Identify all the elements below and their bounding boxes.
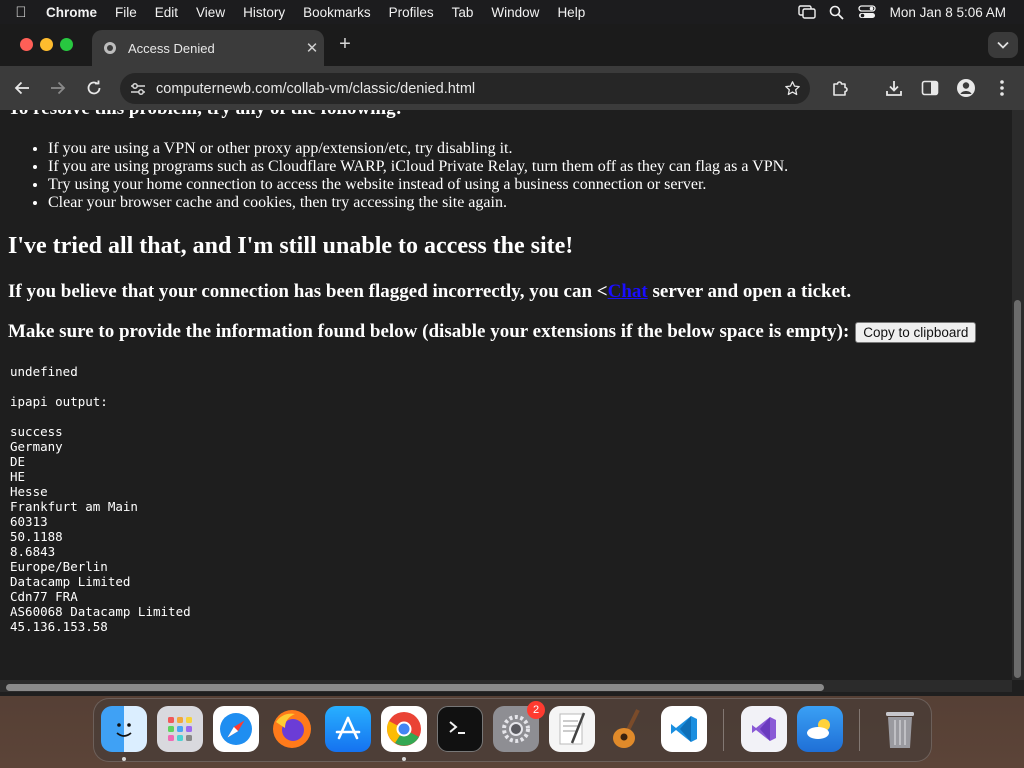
tip-item: Try using your home connection to access… [48,176,788,194]
tab-search-button[interactable] [988,32,1018,58]
still-unable-heading: I've tried all that, and I'm still unabl… [8,233,574,259]
spotlight-search-icon[interactable] [822,5,852,20]
info-heading: Make sure to provide the information fou… [8,321,977,343]
url-text[interactable]: computernewb.com/collab-vm/classic/denie… [156,81,774,97]
zoom-window-button[interactable] [60,38,73,51]
browser-toolbar: computernewb.com/collab-vm/classic/denie… [0,66,1024,110]
dock: 2 [93,698,932,762]
flagged-heading: If you believe that your connection has … [8,281,851,303]
control-center-icon[interactable] [852,5,882,19]
menu-edit[interactable]: Edit [146,5,187,20]
arrow-right-icon [51,81,66,95]
menu-window[interactable]: Window [482,5,548,20]
safari-icon[interactable] [213,706,259,752]
finder-icon[interactable] [101,706,147,752]
vertical-scrollbar-thumb[interactable] [1014,300,1021,678]
garageband-icon[interactable] [605,706,651,752]
close-window-button[interactable] [20,38,33,51]
chrome-icon[interactable] [381,706,427,752]
extensions-icon[interactable] [829,77,851,99]
menu-bar:  Chrome File Edit View History Bookmark… [0,0,1024,24]
running-indicator [402,757,406,761]
menu-view[interactable]: View [187,5,234,20]
apple-menu-icon[interactable]:  [0,4,42,21]
flagged-suffix: server and open a ticket. [647,281,852,302]
reload-button[interactable] [83,77,105,99]
chevron-down-icon [997,41,1009,49]
bookmark-star-icon[interactable] [774,80,810,97]
info-output[interactable]: undefined ipapi output: success Germany … [10,364,191,634]
notification-badge: 2 [527,701,545,719]
site-info-icon[interactable] [120,82,156,96]
flagged-prefix: If you believe that your connection has … [8,281,608,302]
tab-access-denied[interactable]: Access Denied ✕ [92,30,324,66]
site-favicon-icon [102,40,118,56]
app-store-icon[interactable] [325,706,371,752]
horizontal-scrollbar-thumb[interactable] [6,684,824,691]
arrow-left-icon [14,81,29,95]
profile-avatar-icon[interactable] [955,77,977,99]
menu-chrome[interactable]: Chrome [42,5,106,20]
tip-item: If you are using a VPN or other proxy ap… [48,140,788,158]
menu-profiles[interactable]: Profiles [380,5,443,20]
visual-studio-icon[interactable] [741,706,787,752]
tips-list: If you are using a VPN or other proxy ap… [48,140,788,212]
tip-item: Clear your browser cache and cookies, th… [48,194,788,212]
tab-title: Access Denied [128,40,215,56]
back-button[interactable] [11,77,33,99]
menu-bookmarks[interactable]: Bookmarks [294,5,380,20]
menu-history[interactable]: History [234,5,294,20]
side-panel-icon[interactable] [919,77,941,99]
chrome-menu-icon[interactable] [991,77,1013,99]
weather-icon[interactable] [797,706,843,752]
info-prompt: Make sure to provide the information fou… [8,321,850,342]
forward-button[interactable] [47,77,69,99]
textedit-icon[interactable] [549,706,595,752]
menu-file[interactable]: File [106,5,146,20]
reload-icon [87,80,101,95]
menu-bar-clock[interactable]: Mon Jan 8 5:06 AM [882,5,1024,20]
trash-icon[interactable] [877,706,923,752]
running-indicator [122,757,126,761]
menu-tab[interactable]: Tab [443,5,483,20]
tip-item: If you are using programs such as Cloudf… [48,158,788,176]
page-viewport: To resolve this problem, try any of the … [0,110,1012,680]
menu-help[interactable]: Help [548,5,594,20]
launchpad-icon[interactable] [157,706,203,752]
dock-separator [859,709,860,751]
tab-strip: Access Denied ✕ + [0,24,1024,66]
system-settings-icon[interactable]: 2 [493,701,545,752]
download-icon[interactable] [883,77,905,99]
screen-mirroring-icon[interactable] [792,5,822,19]
address-bar[interactable]: computernewb.com/collab-vm/classic/denie… [120,73,810,104]
firefox-icon[interactable] [269,706,315,752]
resolve-heading: To resolve this problem, try any of the … [8,110,402,120]
tab-close-icon[interactable]: ✕ [300,39,324,57]
minimize-window-button[interactable] [40,38,53,51]
terminal-icon[interactable] [437,706,483,752]
vscode-icon[interactable] [661,706,707,752]
new-tab-button[interactable]: + [334,33,356,55]
dock-separator [723,709,724,751]
chat-link[interactable]: Chat [608,281,648,302]
copy-to-clipboard-button[interactable]: Copy to clipboard [855,321,977,343]
